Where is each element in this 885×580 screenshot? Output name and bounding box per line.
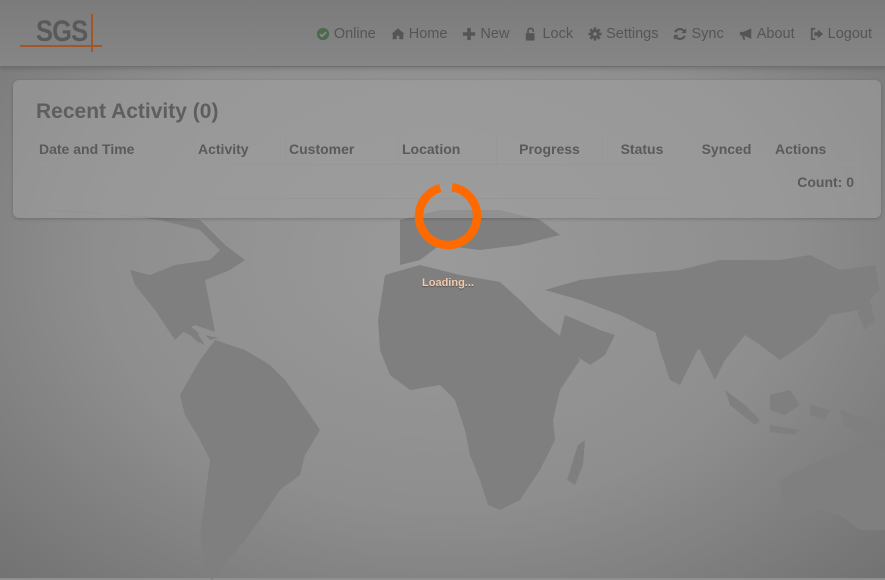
bullhorn-icon [739, 28, 751, 40]
nav-menu: Online Home New Lock Settings Sync About [301, 26, 872, 42]
column-header-location[interactable]: Location [398, 133, 497, 165]
nav-label-about: About [756, 26, 795, 42]
map-south-america [180, 340, 320, 580]
nav-item-home[interactable]: Home [391, 26, 448, 42]
nav-item-logout[interactable]: Logout [810, 26, 872, 42]
nav-label-home: Home [408, 26, 448, 42]
loading-spinner [414, 182, 482, 250]
map-indonesia [725, 390, 830, 435]
column-header-status[interactable]: Status [602, 133, 682, 165]
check-circle-icon [316, 27, 329, 41]
map-papua [840, 410, 885, 440]
loading-text: Loading... [422, 277, 474, 289]
table-header-row: Date and Time Activity Customer Location… [36, 133, 858, 165]
plus-icon [463, 27, 476, 41]
map-madagascar [567, 440, 585, 485]
nav-item-online[interactable]: Online [316, 26, 376, 42]
sign-out-icon [810, 27, 823, 41]
column-header-progress[interactable]: Progress [496, 133, 603, 165]
logo-text: SGS [36, 15, 88, 48]
nav-label-settings: Settings [606, 26, 659, 42]
map-australia [780, 440, 885, 530]
nav-label-online: Online [333, 26, 376, 42]
nav-item-about[interactable]: About [739, 26, 795, 42]
nav-label-sync: Sync [691, 26, 724, 42]
column-header-activity[interactable]: Activity [194, 133, 286, 165]
sgs-logo[interactable]: SGS [20, 12, 104, 52]
nav-label-logout: Logout [827, 26, 872, 42]
nav-item-settings[interactable]: Settings [588, 26, 658, 42]
nav-label-new: New [480, 26, 510, 42]
nav-item-lock[interactable]: Lock [524, 26, 573, 42]
column-header-synced[interactable]: Synced [681, 133, 772, 165]
unlock-icon [526, 27, 535, 41]
map-africa [378, 265, 580, 510]
gear-icon [588, 27, 602, 41]
map-india [655, 330, 700, 385]
map-japan [858, 295, 875, 330]
nav-item-sync[interactable]: Sync [673, 26, 724, 42]
logo-horizontal-line [20, 45, 102, 47]
spinner-ring [414, 182, 482, 250]
column-header-date-time[interactable]: Date and Time [36, 133, 195, 165]
nav-label-lock: Lock [542, 26, 574, 42]
column-header-customer[interactable]: Customer [285, 133, 399, 165]
top-navbar: SGS Online Home New Lock Settings Sync A… [0, 0, 885, 67]
map-north-america [40, 210, 245, 340]
panel-title: Recent Activity (0) [36, 100, 219, 123]
column-header-actions[interactable]: Actions [771, 133, 858, 165]
refresh-icon [674, 28, 687, 40]
home-icon [391, 28, 405, 40]
nav-item-new[interactable]: New [462, 26, 509, 42]
logo-vertical-line [91, 14, 93, 52]
